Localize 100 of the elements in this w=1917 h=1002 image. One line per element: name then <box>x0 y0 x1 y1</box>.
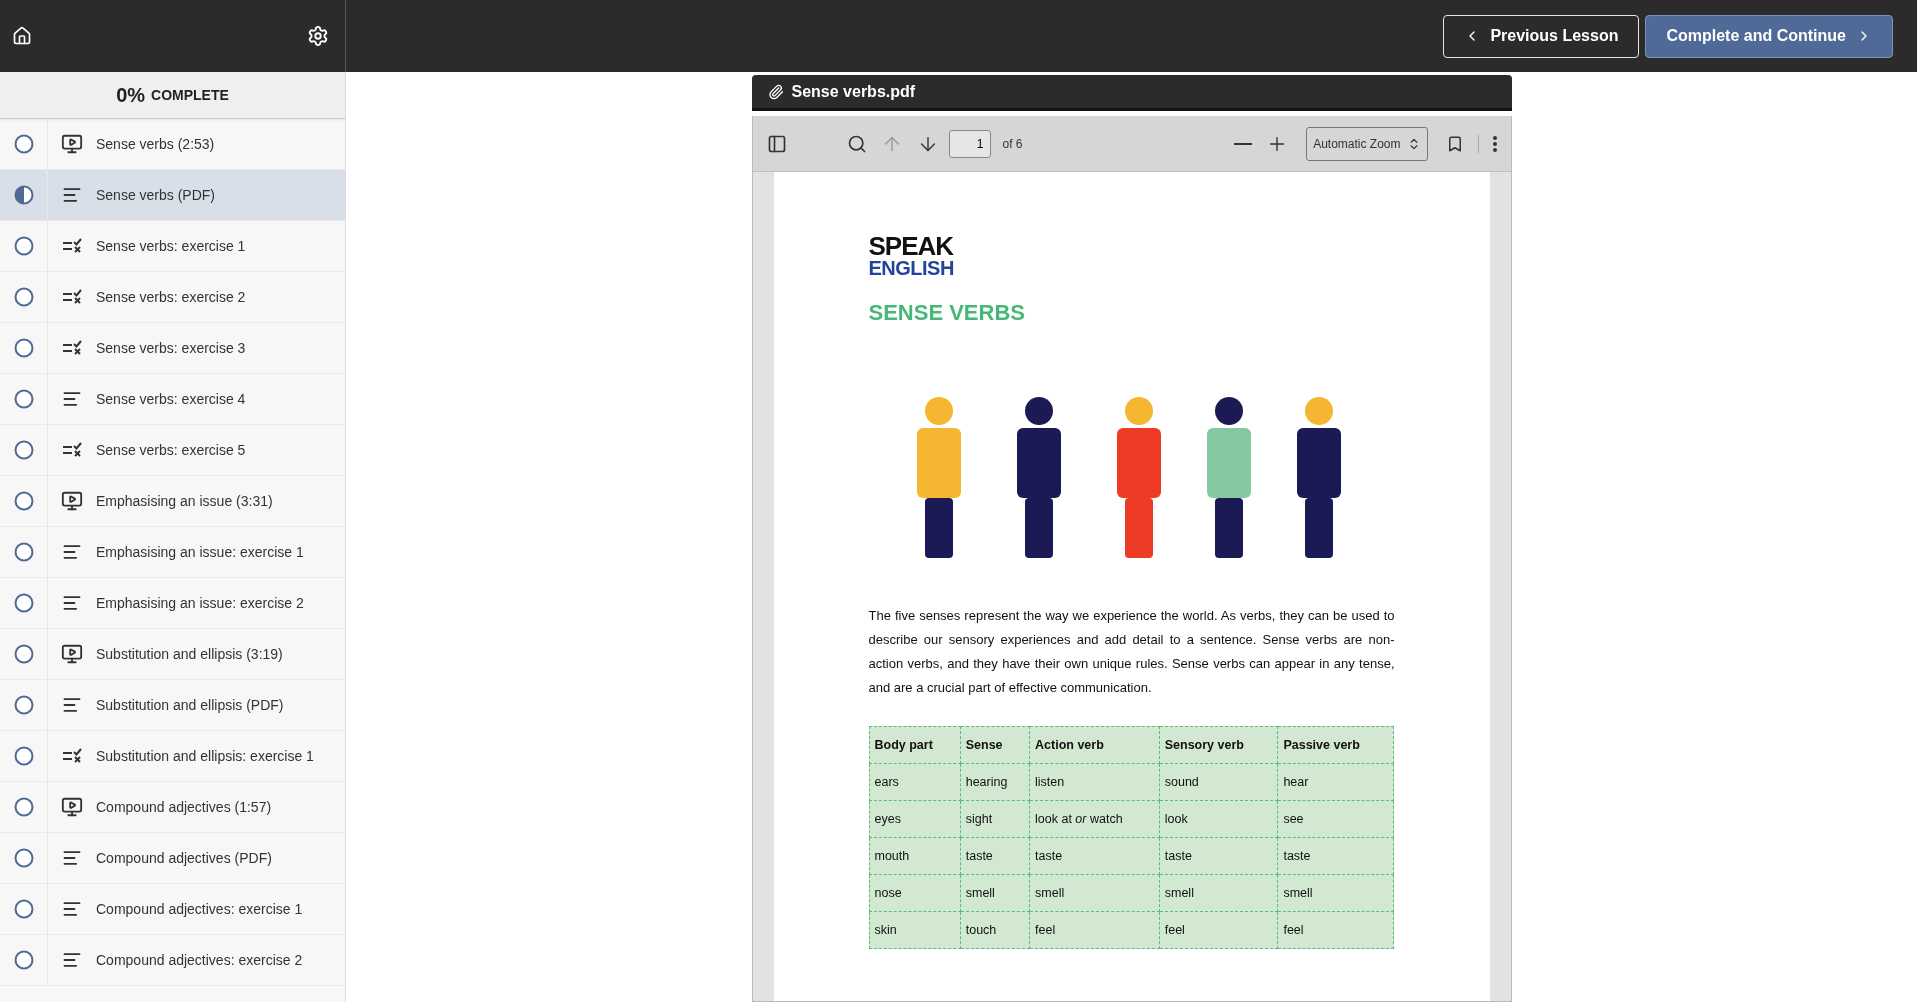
page-number-field[interactable]: 1 <box>948 129 991 158</box>
video-icon <box>61 643 83 665</box>
page-count: of 6 <box>1002 136 1023 151</box>
lesson-item[interactable]: Emphasising an issue (3:31) <box>0 476 345 527</box>
lesson-item[interactable]: Sense verbs: exercise 5 <box>0 425 345 476</box>
column-header: Sense <box>960 726 1030 764</box>
table-cell: smell <box>960 874 1030 912</box>
lesson-item[interactable]: Sense verbs (2:53) <box>0 119 345 170</box>
table-cell: taste <box>1159 837 1278 875</box>
video-icon <box>61 490 83 512</box>
video-icon <box>61 796 83 818</box>
lesson-item[interactable]: Sense verbs (PDF) <box>0 170 345 221</box>
lesson-item[interactable]: Emphasising an issue: exercise 1 <box>0 527 345 578</box>
text-lines-icon <box>62 593 82 613</box>
table-cell: smell <box>1159 874 1278 912</box>
home-icon <box>12 26 32 46</box>
lesson-item[interactable]: Substitution and ellipsis (3:19) <box>0 629 345 680</box>
table-cell: mouth <box>869 837 961 875</box>
text-lines-icon <box>62 695 82 715</box>
lesson-title: Substitution and ellipsis: exercise 1 <box>96 748 314 764</box>
progress-label: COMPLETE <box>151 87 229 103</box>
complete-and-continue-button[interactable]: Complete and Continue <box>1645 14 1893 58</box>
text-lines-icon <box>62 899 82 919</box>
lesson-title: Compound adjectives: exercise 1 <box>96 901 303 917</box>
lesson-item[interactable]: Substitution and ellipsis: exercise 1 <box>0 731 345 782</box>
checklist-icon <box>62 340 82 356</box>
column-header: Action verb <box>1029 726 1160 764</box>
progress-percent: 0% <box>116 83 146 107</box>
table-cell: taste <box>960 837 1030 875</box>
lesson-title: Sense verbs: exercise 5 <box>96 442 246 458</box>
table-cell: touch <box>960 911 1030 949</box>
table-cell: feel <box>1159 911 1278 949</box>
minus-icon <box>1234 142 1253 145</box>
text-lines-icon <box>62 542 82 562</box>
home-button[interactable] <box>12 26 32 46</box>
text-lines-icon <box>62 389 82 409</box>
table-cell: sound <box>1159 763 1278 801</box>
lesson-item[interactable]: Compound adjectives (PDF) <box>0 833 345 884</box>
table-cell: taste <box>1029 837 1160 875</box>
checklist-icon <box>62 289 82 305</box>
more-icon <box>1492 135 1497 152</box>
lesson-title: Sense verbs (2:53) <box>96 136 215 152</box>
lesson-title: Substitution and ellipsis (PDF) <box>96 697 284 713</box>
lesson-item[interactable]: Sense verbs: exercise 3 <box>0 323 345 374</box>
text-lines-icon <box>62 950 82 970</box>
table-cell: taste <box>1277 837 1393 875</box>
table-cell: ears <box>869 763 961 801</box>
lesson-item[interactable]: Sense verbs: exercise 4 <box>0 374 345 425</box>
lesson-item[interactable]: Substitution and ellipsis (PDF) <box>0 680 345 731</box>
lesson-title: Compound adjectives: exercise 2 <box>96 952 303 968</box>
table-cell: smell <box>1277 874 1393 912</box>
lesson-title: Emphasising an issue: exercise 1 <box>96 544 304 560</box>
document-paragraph: The five senses represent the way we experience the world. As verbs, they can be used to describe our sensory experiences and add detail to a sentence. Sense verbs are non-action verbs, and they have their own unique rules. Sense verbs can appear in any tense, and are a crucial part of effective communication. <box>868 606 1395 697</box>
search-icon <box>846 133 867 154</box>
lesson-item[interactable]: Sense verbs: exercise 1 <box>0 221 345 272</box>
settings-icon <box>307 25 329 47</box>
table-cell: sight <box>960 800 1030 838</box>
video-icon <box>61 133 83 155</box>
lesson-item[interactable]: Compound adjectives: exercise 2 <box>0 935 345 986</box>
table-cell: eyes <box>869 800 961 838</box>
checklist-icon <box>62 748 82 764</box>
lesson-item[interactable]: Sense verbs: exercise 2 <box>0 272 345 323</box>
checklist-icon <box>62 238 82 254</box>
zoom-select[interactable]: Automatic Zoom <box>1306 126 1428 161</box>
file-name: Sense verbs.pdf <box>791 82 916 101</box>
lesson-title: Sense verbs: exercise 2 <box>96 289 246 305</box>
lesson-title: Sense verbs (PDF) <box>96 187 216 203</box>
lesson-title: Sense verbs: exercise 1 <box>96 238 246 254</box>
logo-text: SPEAK <box>868 234 955 259</box>
lesson-title: Compound adjectives (PDF) <box>96 850 272 866</box>
table-cell: look <box>1159 800 1278 838</box>
document-title: SENSE VERBS <box>868 299 1026 326</box>
table-cell: skin <box>869 911 961 949</box>
paperclip-icon <box>767 83 784 100</box>
table-cell: smell <box>1029 874 1160 912</box>
lesson-title: Compound adjectives (1:57) <box>96 799 272 815</box>
lesson-item[interactable]: Compound adjectives (1:57) <box>0 782 345 833</box>
lesson-title: Emphasising an issue (3:31) <box>96 493 273 509</box>
lesson-title: Sense verbs: exercise 3 <box>96 340 246 356</box>
lesson-title: Substitution and ellipsis (3:19) <box>96 646 283 662</box>
table-cell: look at or watch <box>1029 800 1160 838</box>
settings-button[interactable] <box>307 25 329 47</box>
table-cell: listen <box>1029 763 1160 801</box>
previous-lesson-button[interactable]: Previous Lesson <box>1443 14 1640 58</box>
text-lines-icon <box>62 848 82 868</box>
lesson-item[interactable]: Emphasising an issue: exercise 2 <box>0 578 345 629</box>
column-header: Passive verb <box>1277 726 1393 764</box>
lesson-title: Emphasising an issue: exercise 2 <box>96 595 304 611</box>
sidebar-toggle-icon <box>766 133 787 154</box>
logo-text: ENGLISH <box>868 258 955 278</box>
table-cell: hearing <box>960 763 1030 801</box>
lesson-title: Sense verbs: exercise 4 <box>96 391 246 407</box>
text-lines-icon <box>62 185 82 205</box>
table-cell: see <box>1277 800 1393 838</box>
table-cell: hear <box>1277 763 1393 801</box>
column-header: Sensory verb <box>1159 726 1278 764</box>
lesson-item[interactable]: Compound adjectives: exercise 1 <box>0 884 345 935</box>
table-cell: feel <box>1029 911 1160 949</box>
checklist-icon <box>62 442 82 458</box>
table-cell: feel <box>1277 911 1393 949</box>
